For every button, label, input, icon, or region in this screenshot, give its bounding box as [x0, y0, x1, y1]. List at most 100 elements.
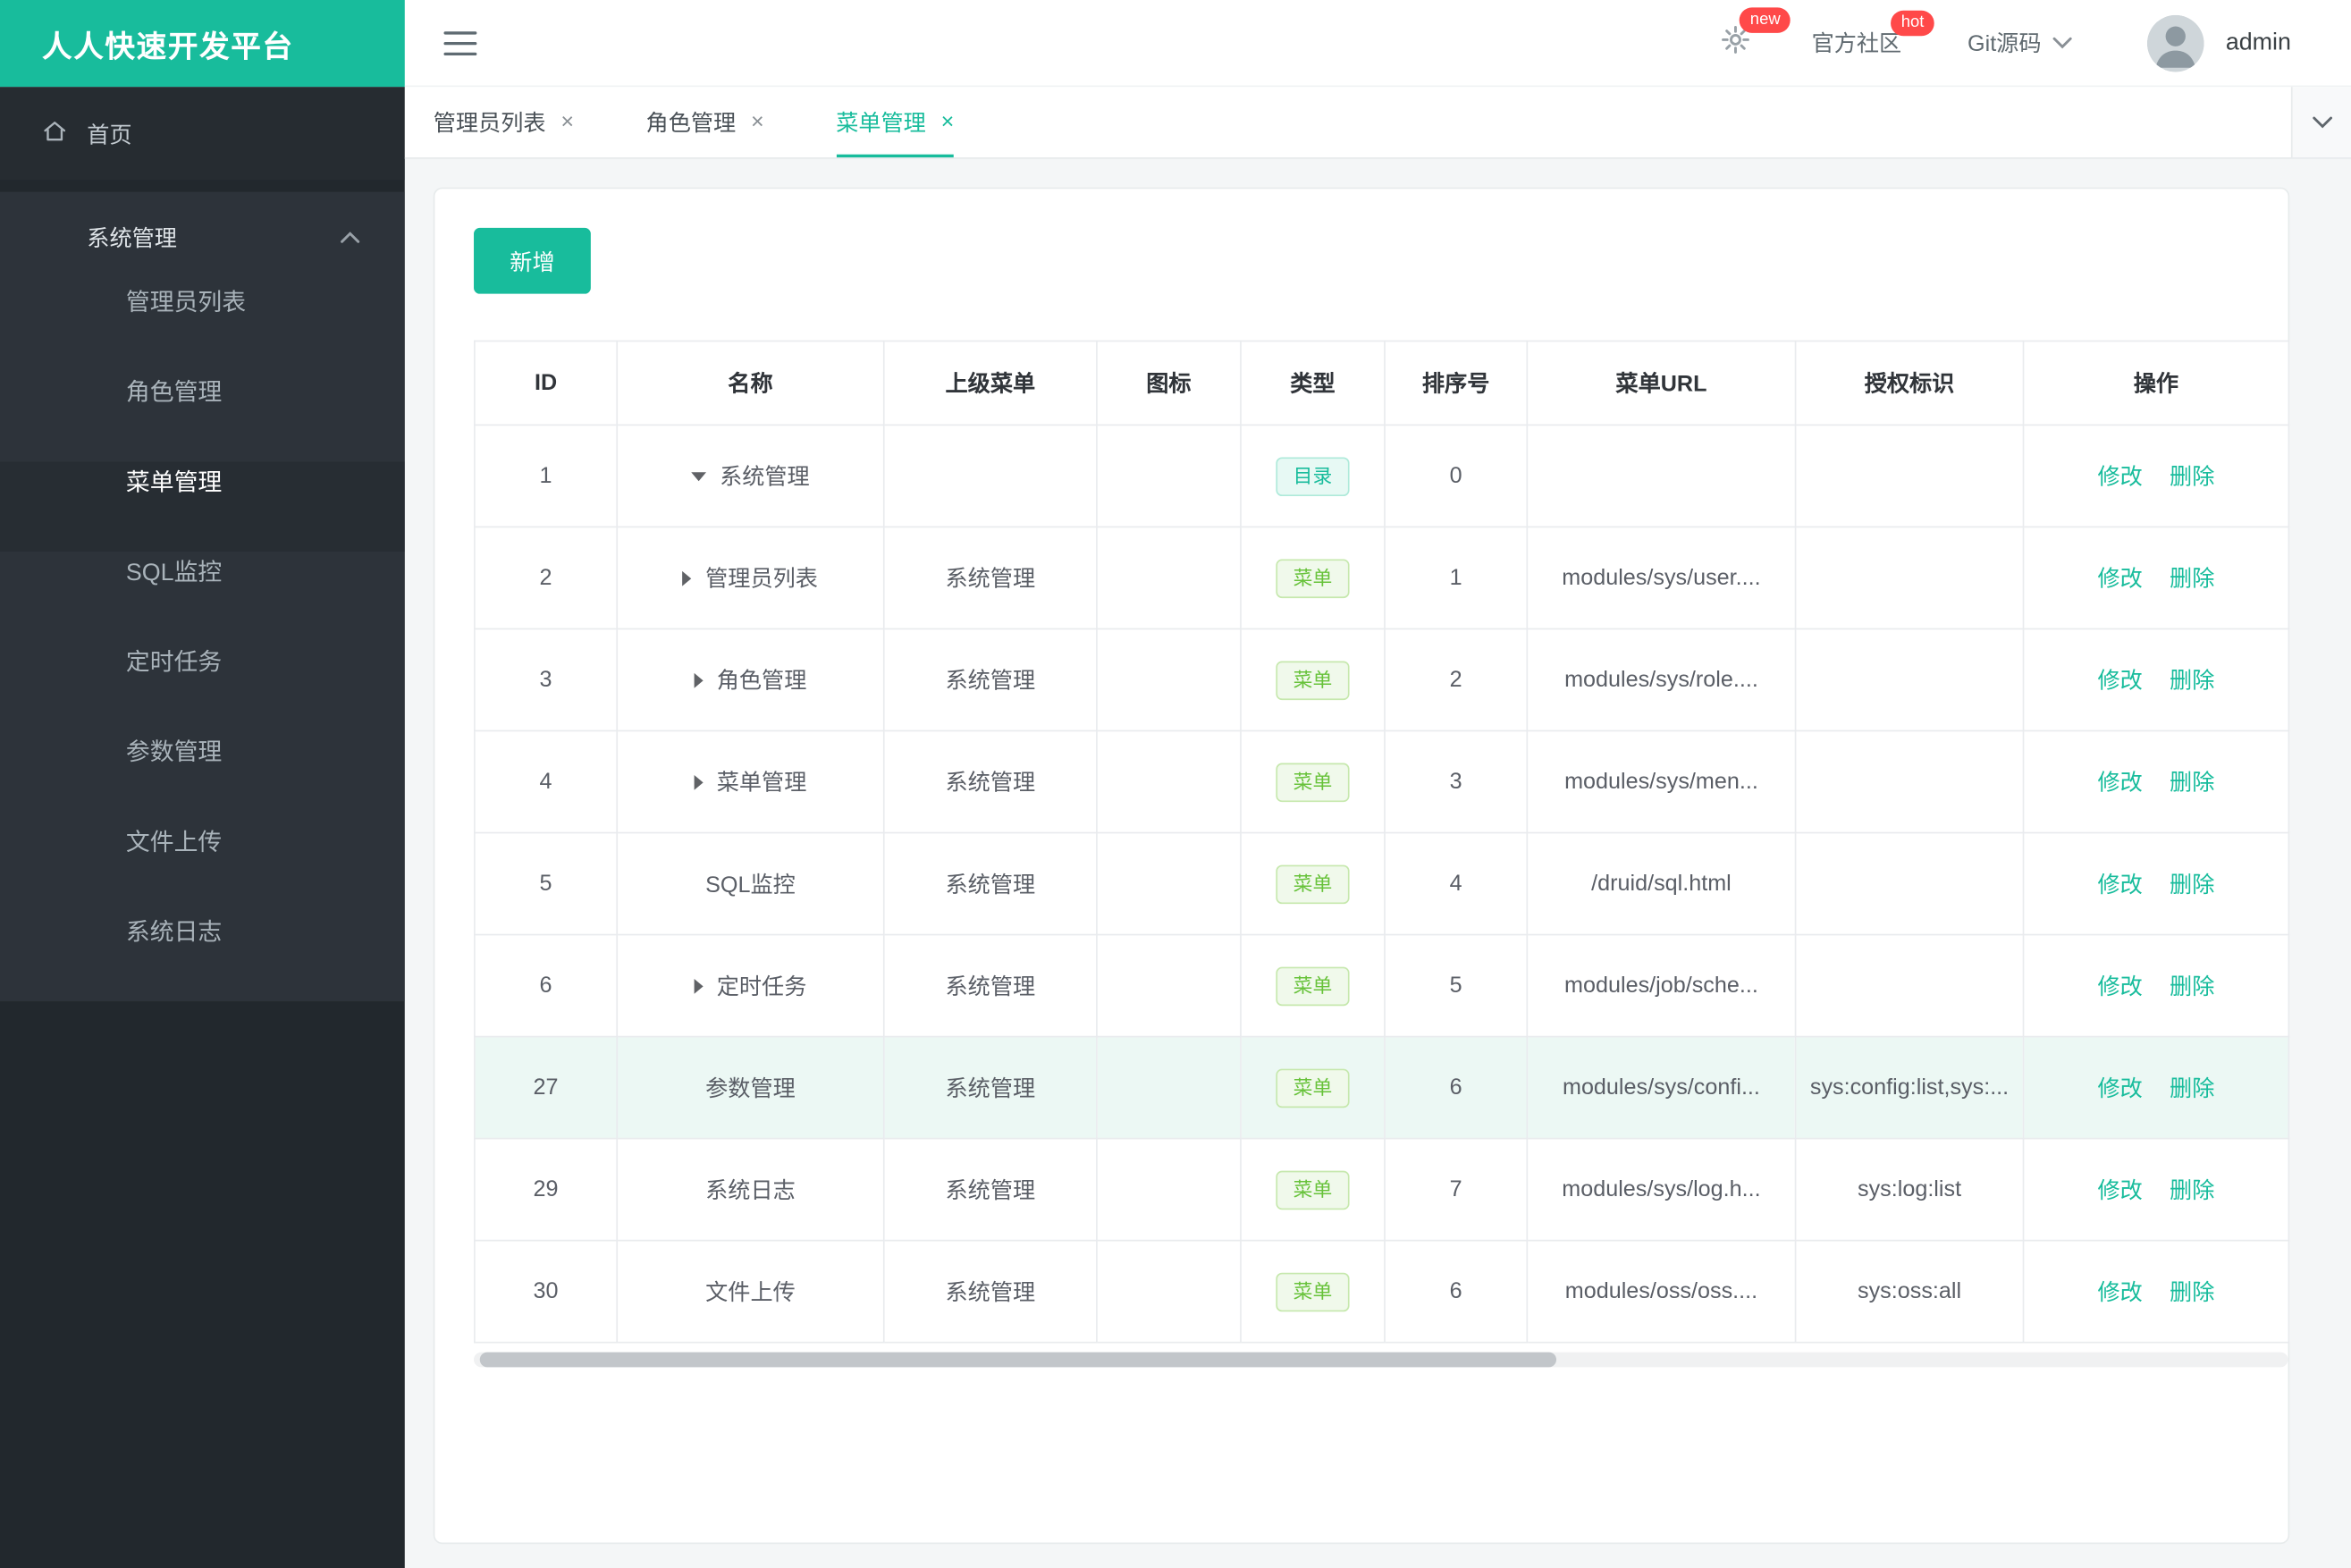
cell-name: 定时任务 — [616, 933, 885, 1038]
cell-actions: 修改 删除 — [2022, 424, 2290, 528]
sidebar-section-system[interactable]: 系统管理 — [0, 192, 405, 282]
cell-id: 29 — [474, 1137, 619, 1242]
git-source-dropdown[interactable]: Git源码 — [1968, 27, 2073, 58]
cell-order: 2 — [1384, 628, 1529, 732]
cell-auth-mark — [1794, 526, 2025, 630]
cell-menu-url: modules/sys/role.... — [1526, 628, 1797, 732]
tab[interactable]: 管理员列表 × — [434, 87, 574, 157]
chevron-down-icon — [2312, 109, 2332, 136]
avatar[interactable] — [2147, 13, 2205, 72]
menu-name: 管理员列表 — [705, 566, 818, 593]
sidebar-item[interactable]: 定时任务 — [0, 642, 405, 732]
cell-parent-menu: 系统管理 — [882, 729, 1098, 834]
cell-type: 菜单 — [1240, 526, 1386, 630]
sidebar-item-label: 管理员列表 — [125, 291, 247, 316]
menu-name: 系统管理 — [720, 464, 810, 491]
cell-menu-url: modules/sys/log.h... — [1526, 1137, 1797, 1242]
home-icon — [42, 118, 68, 149]
tab-close-icon[interactable]: × — [941, 109, 955, 135]
cell-type: 菜单 — [1240, 831, 1386, 936]
type-badge: 菜单 — [1277, 965, 1349, 1006]
expand-arrow-icon[interactable] — [694, 774, 704, 789]
sidebar-home-label: 首页 — [87, 122, 132, 148]
type-badge: 菜单 — [1277, 864, 1349, 904]
menu-name: 文件上传 — [705, 1280, 796, 1306]
cell-menu-url — [1526, 424, 1797, 528]
cell-menu-url: modules/sys/user.... — [1526, 526, 1797, 630]
edit-link[interactable]: 修改 — [2098, 567, 2143, 593]
cell-icon — [1096, 628, 1242, 732]
cell-id: 30 — [474, 1239, 619, 1344]
type-badge: 菜单 — [1277, 762, 1349, 802]
cell-actions: 修改 删除 — [2022, 628, 2290, 732]
cell-icon — [1096, 729, 1242, 834]
tab[interactable]: 菜单管理 × — [836, 87, 955, 158]
delete-link[interactable]: 删除 — [2170, 669, 2214, 695]
horizontal-scrollbar-track[interactable] — [474, 1352, 2288, 1368]
cell-id: 3 — [474, 628, 619, 732]
delete-link[interactable]: 删除 — [2170, 974, 2214, 1000]
edit-link[interactable]: 修改 — [2098, 669, 2143, 695]
cell-auth-mark: sys:log:list — [1794, 1137, 2025, 1242]
cell-parent-menu: 系统管理 — [882, 1035, 1098, 1140]
tab-label: 管理员列表 — [433, 111, 546, 137]
edit-link[interactable]: 修改 — [2098, 1076, 2143, 1102]
sidebar-item[interactable]: 角色管理 — [0, 372, 405, 462]
community-link[interactable]: 官方社区 hot — [1812, 10, 1935, 58]
hamburger-menu-icon[interactable] — [443, 30, 477, 55]
expand-arrow-icon[interactable] — [694, 978, 704, 993]
sidebar-item[interactable]: 文件上传 — [0, 822, 405, 912]
cell-type: 菜单 — [1240, 628, 1386, 732]
edit-link[interactable]: 修改 — [2098, 974, 2143, 1000]
tab-close-icon[interactable]: × — [560, 109, 574, 135]
delete-link[interactable]: 删除 — [2170, 567, 2214, 593]
cell-order: 5 — [1384, 933, 1529, 1038]
topbar: new 官方社区 hot Git源码 admin — [404, 0, 2351, 88]
delete-link[interactable]: 删除 — [2170, 873, 2214, 898]
sidebar-submenu: 管理员列表 角色管理 菜单管理 SQL监控 定时任务 参数管理 文件上传 系统日… — [0, 282, 405, 1001]
expand-arrow-icon[interactable] — [682, 570, 693, 586]
cell-name: 系统管理 — [616, 424, 885, 528]
sidebar-item[interactable]: 参数管理 — [0, 731, 405, 822]
tab[interactable]: 角色管理 × — [646, 87, 764, 157]
sidebar-item-home[interactable]: 首页 — [0, 87, 405, 181]
add-button[interactable]: 新增 — [474, 227, 591, 294]
topbar-right: new 官方社区 hot Git源码 admin — [1720, 7, 2291, 72]
delete-link[interactable]: 删除 — [2170, 1076, 2214, 1102]
sidebar-item[interactable]: 系统日志 — [0, 912, 405, 1002]
cell-order: 1 — [1384, 526, 1529, 630]
sidebar-item[interactable]: 管理员列表 — [0, 282, 405, 372]
menu-name: 参数管理 — [705, 1076, 796, 1102]
tab-close-icon[interactable]: × — [751, 109, 764, 135]
sidebar-item[interactable]: SQL监控 — [0, 552, 405, 642]
menu-table: ID 名称 上级菜单 图标 类型 排序号 菜单URL 授权标识 操作 1 系统管理 目录 0 修… — [474, 340, 2290, 1344]
tabs-dropdown-button[interactable] — [2290, 87, 2351, 158]
type-badge: 菜单 — [1277, 1271, 1349, 1311]
edit-link[interactable]: 修改 — [2098, 1280, 2143, 1306]
table-row: 5 SQL监控 系统管理 菜单 4 /druid/sql.html 修改 删除 — [474, 831, 2290, 936]
delete-link[interactable]: 删除 — [2170, 771, 2214, 797]
cell-actions: 修改 删除 — [2022, 526, 2290, 630]
edit-link[interactable]: 修改 — [2098, 771, 2143, 797]
sidebar-group-system: 系统管理 管理员列表 角色管理 菜单管理 SQL监控 定时任务 参数管理 文件上… — [0, 191, 405, 1002]
sidebar-item-label: 文件上传 — [125, 830, 223, 856]
delete-link[interactable]: 删除 — [2170, 1280, 2214, 1306]
cell-menu-url: /druid/sql.html — [1526, 831, 1797, 936]
edit-link[interactable]: 修改 — [2098, 873, 2143, 898]
sidebar-item-label: 角色管理 — [125, 380, 223, 407]
horizontal-scrollbar-thumb[interactable] — [479, 1352, 1557, 1368]
edit-link[interactable]: 修改 — [2098, 465, 2143, 491]
delete-link[interactable]: 删除 — [2170, 1178, 2214, 1204]
column-header: 授权标识 — [1794, 340, 2025, 426]
edit-link[interactable]: 修改 — [2098, 1178, 2143, 1204]
delete-link[interactable]: 删除 — [2170, 465, 2214, 491]
settings-button[interactable]: new — [1720, 7, 1791, 62]
cell-menu-url: modules/sys/confi... — [1526, 1035, 1797, 1140]
sidebar-item[interactable]: 菜单管理 — [0, 461, 405, 552]
expand-arrow-icon[interactable] — [691, 471, 706, 481]
tabs: 管理员列表 × 角色管理 × 菜单管理 × — [434, 87, 1026, 158]
cell-actions: 修改 删除 — [2022, 729, 2290, 834]
tabbar: 管理员列表 × 角色管理 × 菜单管理 × — [404, 87, 2351, 159]
content-card: 新增 ID 名称 上级菜单 图标 类型 排序号 菜单URL 授权标识 操作 1 系统管理 — [433, 187, 2290, 1545]
expand-arrow-icon[interactable] — [694, 672, 704, 687]
